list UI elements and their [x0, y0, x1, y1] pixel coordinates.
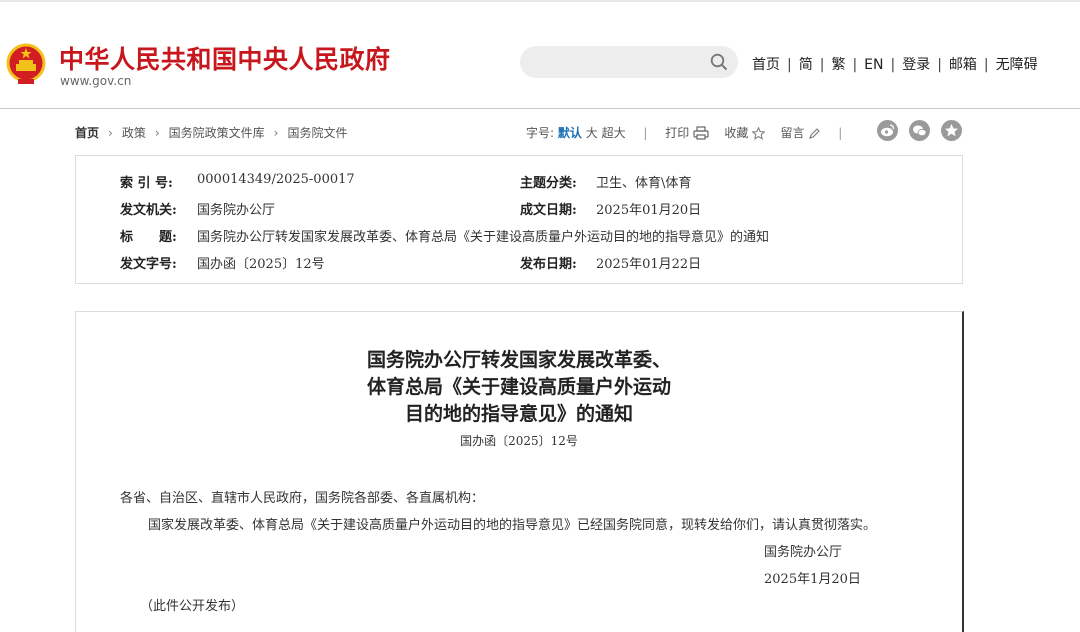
- star-outline-icon: [752, 127, 766, 140]
- search-icon[interactable]: [710, 53, 728, 71]
- separator: |: [787, 57, 792, 73]
- nav-login-link[interactable]: 登录: [902, 57, 930, 73]
- font-size-xlarge[interactable]: 超大: [602, 126, 626, 140]
- breadcrumb-documents[interactable]: 国务院文件: [287, 126, 347, 140]
- separator: |: [643, 126, 648, 140]
- chevron-right-icon: ›: [108, 126, 113, 140]
- doc-number-label: 发文字号:: [120, 257, 177, 272]
- font-size-label: 字号:: [526, 126, 555, 140]
- print-button[interactable]: 打印: [665, 126, 713, 140]
- issuer-label: 发文机关:: [120, 203, 177, 218]
- printer-icon: [693, 126, 709, 140]
- separator: |: [852, 57, 858, 73]
- title-label: 标 题:: [120, 230, 177, 245]
- chevron-right-icon: ›: [154, 126, 160, 140]
- favorite-button[interactable]: 收藏: [724, 126, 769, 140]
- separator: |: [983, 57, 989, 73]
- document-title: 国务院办公厅转发国家发展改革委、 体育总局《关于建设高质量户外运动 目的地的指导…: [76, 347, 962, 428]
- comment-button[interactable]: 留言: [781, 126, 825, 140]
- document-title-line: 体育总局《关于建设高质量户外运动: [366, 376, 671, 398]
- separator: |: [838, 126, 843, 140]
- nav-home-link[interactable]: 首页: [752, 57, 780, 73]
- date-published-label: 发布日期:: [520, 257, 577, 272]
- comment-label: 留言: [780, 126, 805, 140]
- publication-note: （此件公开发布）: [140, 599, 245, 614]
- title-value: 国务院办公厅转发国家发展改革委、体育总局《关于建设高质量户外运动目的地的指导意见…: [197, 230, 770, 245]
- nav-english-link[interactable]: EN: [864, 57, 883, 73]
- font-size-large[interactable]: 大: [586, 126, 598, 140]
- date-written-value: 2025年01月20日: [596, 203, 702, 218]
- toolbar-row: 首页 › 政策 › 国务院政策文件库 › 国务院文件 字号: 默认 大 超大 | 打印 收藏…: [75, 120, 963, 144]
- document-metadata-panel: 索 引 号: 000014349/2025-00017 主题分类: 卫生、体育\…: [75, 155, 963, 284]
- separator: |: [937, 57, 942, 73]
- wechat-icon[interactable]: [909, 120, 930, 141]
- breadcrumb-library[interactable]: 国务院政策文件库: [169, 126, 265, 140]
- site-header: 中华人民共和国中央人民政府 www.gov.cn 首页 | 简 | 繁 | EN | 登录 | 邮箱…: [0, 2, 1080, 109]
- nav-mail-link[interactable]: 邮箱: [949, 57, 977, 73]
- separator: |: [819, 57, 825, 73]
- salutation: 各省、自治区、直辖市人民政府，国务院各部委、各直属机构：: [120, 491, 485, 506]
- separator: |: [890, 57, 896, 73]
- index-number-label: 索 引 号:: [120, 176, 173, 191]
- breadcrumb: 首页 › 政策 › 国务院政策文件库 › 国务院文件: [75, 124, 348, 141]
- index-number-value: 000014349/2025-00017: [197, 172, 355, 187]
- national-emblem-icon[interactable]: [6, 42, 46, 86]
- page-tools: 字号: 默认 大 超大 | 打印 收藏 留言 |: [526, 124, 856, 141]
- sign-date: 2025年1月20日: [764, 572, 861, 587]
- category-label: 主题分类:: [520, 176, 577, 191]
- favorite-label: 收藏: [724, 126, 749, 140]
- chevron-right-icon: ›: [273, 126, 279, 140]
- signer: 国务院办公厅: [764, 545, 843, 560]
- nav-traditional-link[interactable]: 繁: [831, 57, 845, 73]
- nav-simplified-link[interactable]: 简: [799, 57, 813, 73]
- date-published-value: 2025年01月22日: [596, 257, 702, 272]
- breadcrumb-home[interactable]: 首页: [75, 126, 99, 140]
- pencil-icon: [809, 128, 821, 139]
- site-domain: www.gov.cn: [60, 74, 132, 88]
- site-title[interactable]: 中华人民共和国中央人民政府: [59, 40, 391, 76]
- category-value: 卫生、体育\体育: [596, 176, 692, 191]
- weibo-icon[interactable]: [877, 120, 898, 141]
- nav-accessibility-link[interactable]: 无障碍: [996, 57, 1038, 73]
- date-written-label: 成文日期:: [520, 203, 577, 218]
- document-title-line: 目的地的指导意见》的通知: [404, 403, 633, 425]
- doc-number-value: 国办函〔2025〕12号: [197, 257, 325, 272]
- document-body: 国务院办公厅转发国家发展改革委、 体育总局《关于建设高质量户外运动 目的地的指导…: [75, 311, 964, 632]
- document-number: 国办函〔2025〕12号: [460, 434, 578, 448]
- print-label: 打印: [665, 126, 690, 140]
- star-icon[interactable]: [941, 120, 962, 141]
- search-input[interactable]: [520, 46, 738, 78]
- document-title-line: 国务院办公厅转发国家发展改革委、: [366, 349, 671, 371]
- breadcrumb-policy[interactable]: 政策: [122, 126, 146, 140]
- issuer-value: 国务院办公厅: [197, 203, 276, 218]
- font-size-default[interactable]: 默认: [558, 126, 582, 140]
- body-paragraph: 国家发展改革委、体育总局《关于建设高质量户外运动目的地的指导意见》已经国务院同意…: [148, 518, 877, 533]
- top-nav: 首页 | 简 | 繁 | EN | 登录 | 邮箱 | 无障碍: [752, 54, 1038, 74]
